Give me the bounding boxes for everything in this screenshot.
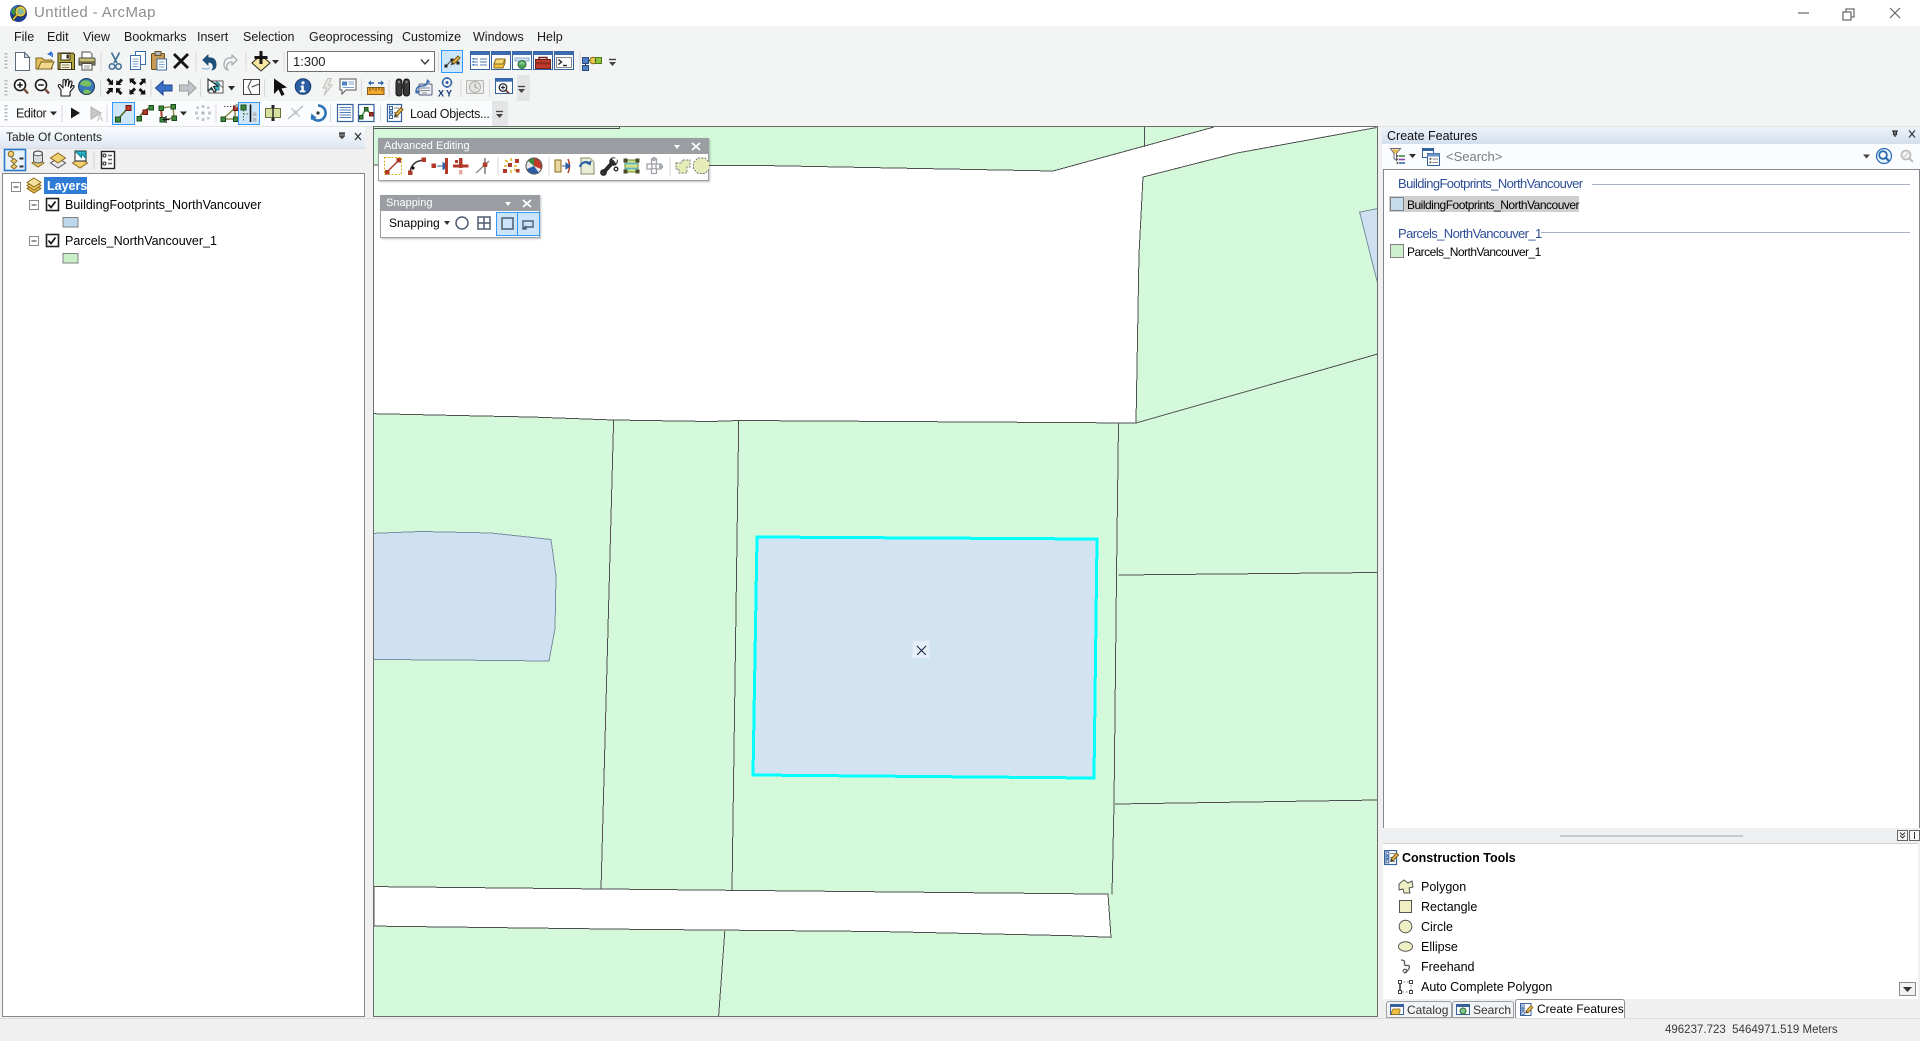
svg-text:Layers: Layers: [47, 179, 87, 193]
svg-text:Freehand: Freehand: [1421, 960, 1475, 974]
svg-text:BuildingFootprints_NorthVancou: BuildingFootprints_NorthVancouver: [65, 198, 261, 212]
svg-text:Circle: Circle: [1421, 920, 1453, 934]
svg-text:Y: Y: [446, 89, 452, 99]
svg-text:Ellipse: Ellipse: [1421, 940, 1458, 954]
svg-text:1:300: 1:300: [293, 54, 326, 69]
svg-text:Editor: Editor: [16, 107, 46, 121]
svg-text:Polygon: Polygon: [1421, 880, 1466, 894]
svg-text:Load Objects...: Load Objects...: [410, 107, 490, 121]
svg-text:X: X: [438, 89, 444, 99]
svg-text:<Search>: <Search>: [1446, 149, 1502, 164]
svg-text:Auto Complete Polygon: Auto Complete Polygon: [1421, 980, 1552, 994]
svg-text:Rectangle: Rectangle: [1421, 900, 1477, 914]
svg-text:Parcels_NorthVancouver_1: Parcels_NorthVancouver_1: [65, 234, 217, 248]
svg-text:A: A: [97, 113, 103, 123]
